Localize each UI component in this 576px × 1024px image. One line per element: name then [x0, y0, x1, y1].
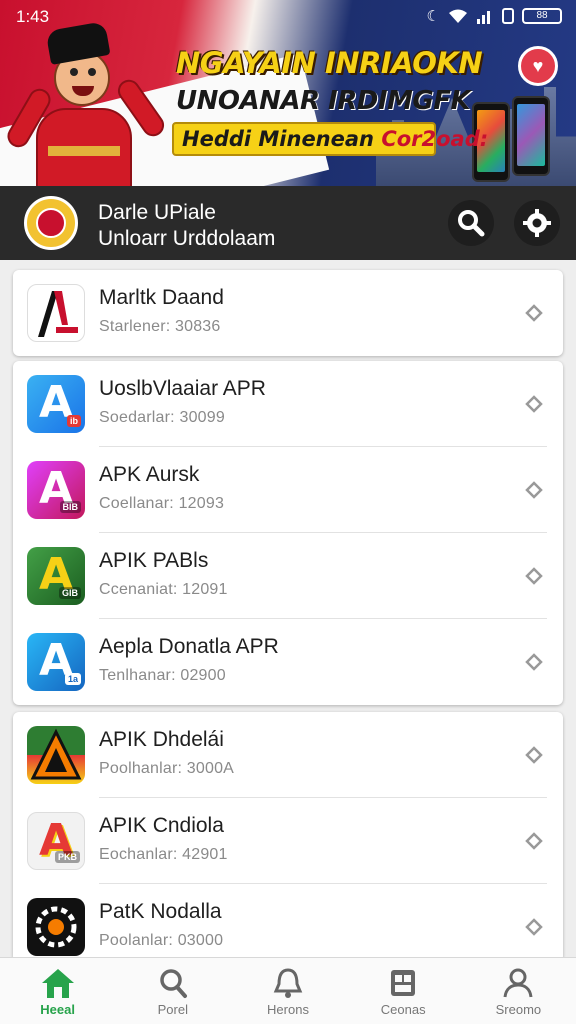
nav-label: Heeal — [40, 1002, 75, 1017]
app-name: APK Aursk — [99, 463, 200, 486]
banner-cta-text-b: Cor2oad: — [381, 127, 489, 151]
list-item[interactable]: Aib UoslbVlaaiar APR Soedarlar: 30099 — [13, 361, 563, 447]
search-button[interactable] — [448, 200, 494, 246]
app-name: UoslbVlaaiar APR — [99, 377, 266, 400]
banner-line-1: NGAYAIN INRIAOKN — [176, 46, 483, 80]
app-subtitle: Starlener: 30836 — [99, 318, 221, 335]
nav-label: Ceonas — [380, 1002, 426, 1017]
mascot-illustration — [3, 16, 169, 186]
bell-icon — [273, 968, 303, 998]
bottom-navigation: Heeal Porel Herons Ceonas Sreomo — [0, 957, 576, 1024]
app-name: APIK PABls — [99, 549, 209, 572]
list-item[interactable]: Marltk Daand Starlener: 30836 — [13, 270, 563, 356]
app-name: APIK Dhdelái — [99, 728, 224, 751]
nav-search[interactable]: Porel — [115, 958, 230, 1024]
app-name: Marltk Daand — [99, 286, 224, 309]
list-item[interactable]: A PKB APIK Cndiola Eochanlar: 42901 — [13, 798, 563, 884]
status-icons: ☾ 88 — [427, 7, 562, 25]
blue-a-icon: A 1a — [27, 633, 85, 691]
chevron-right-icon — [525, 832, 543, 850]
chevron-right-icon — [525, 304, 543, 322]
app-subtitle: Soedarlar: 30099 — [99, 409, 225, 426]
green-a-icon: A GIB — [27, 547, 85, 605]
list-item[interactable]: A GIB APIK PABls Ccenaniat: 12091 — [13, 533, 563, 619]
app-title-line-2: Unloarr Urddolaam — [98, 227, 276, 250]
home-icon — [41, 969, 74, 998]
nav-categories[interactable]: Ceonas — [346, 958, 461, 1024]
app-title: Darle UPiale Unloarr Urddolaam — [98, 200, 275, 252]
black-red-a-icon — [27, 284, 85, 342]
chevron-right-icon — [525, 567, 543, 585]
status-bar: 1:43 ☾ 88 — [0, 0, 576, 34]
app-subtitle: Coellanar: 12093 — [99, 495, 225, 512]
list-item[interactable]: A 1a Aepla Donatla APR Tenlhanar: 02900 — [13, 619, 563, 705]
pink-a-icon: A BIB — [27, 461, 85, 519]
app-subtitle: Poolhanlar: 3000A — [99, 760, 235, 777]
gear-icon — [523, 209, 551, 237]
nav-label: Sreomo — [495, 1002, 542, 1017]
chevron-right-icon — [525, 481, 543, 499]
banner-line-2: UNOANAR IRDIMGFK — [176, 86, 471, 116]
chevron-right-icon — [525, 395, 543, 413]
gear-app-icon — [27, 898, 85, 956]
app-subtitle: Eochanlar: 42901 — [99, 846, 228, 863]
app-card-group-1: Marltk Daand Starlener: 30836 — [13, 270, 563, 356]
search-icon — [160, 969, 187, 998]
banner-cta-text-a: Heddi Minenean — [182, 127, 374, 151]
app-subtitle: Ccenaniat: 12091 — [99, 581, 228, 598]
app-title-line-1: Darle UPiale — [98, 201, 216, 224]
wifi-icon — [449, 9, 467, 23]
app-screen: ♥ NGAYAIN INRIAOKN UNOANAR IRDIMGFK Hedd… — [0, 0, 576, 1024]
battery-icon: 88 — [522, 8, 562, 24]
nav-profile[interactable]: Sreomo — [461, 958, 576, 1024]
chevron-right-icon — [525, 918, 543, 936]
app-header: Darle UPiale Unloarr Urddolaam — [0, 186, 576, 260]
indonesia-a-icon — [27, 726, 85, 784]
app-logo[interactable] — [24, 196, 78, 250]
nav-home[interactable]: Heeal — [0, 958, 115, 1024]
blue-a-icon: Aib — [27, 375, 85, 433]
chevron-right-icon — [525, 653, 543, 671]
app-card-group-2: Aib UoslbVlaaiar APR Soedarlar: 30099 AB… — [13, 361, 563, 705]
app-name: APIK Cndiola — [99, 814, 224, 837]
nav-label: Herons — [267, 1002, 309, 1017]
app-name: PatK Nodalla — [99, 900, 222, 923]
list-item[interactable]: PatK Nodalla Poolanlar: 03000 — [13, 884, 563, 957]
app-name: Aepla Donatla APR — [99, 635, 279, 658]
settings-button[interactable] — [514, 200, 560, 246]
signal-icon — [477, 11, 490, 24]
flag-badge-icon: ♥ — [518, 46, 558, 86]
banner-headline: NGAYAIN INRIAOKN UNOANAR IRDIMGFK Heddi … — [172, 40, 488, 160]
app-subtitle: Tenlhanar: 02900 — [99, 667, 226, 684]
list-item[interactable]: APIK Dhdelái Poolhanlar: 3000A — [13, 712, 563, 798]
profile-icon — [503, 968, 533, 998]
do-not-disturb-icon: ☾ — [426, 8, 440, 25]
chevron-right-icon — [525, 746, 543, 764]
list-item[interactable]: A BIB APK Aursk Coellanar: 12093 — [13, 447, 563, 533]
category-icon — [391, 970, 416, 996]
banner-cta-text: Heddi Minenean Cor2oad: — [182, 127, 488, 151]
red-yellow-a-icon: A PKB — [27, 812, 85, 870]
status-time: 1:43 — [16, 7, 50, 26]
nav-notifications[interactable]: Herons — [230, 958, 345, 1024]
sim-icon — [502, 8, 514, 24]
app-icon-tag: PKB — [54, 851, 80, 863]
nav-label: Porel — [157, 1002, 188, 1017]
search-icon — [458, 210, 485, 237]
app-card-group-3: APIK Dhdelái Poolhanlar: 3000A A PKB API… — [13, 712, 563, 957]
app-list: Marltk Daand Starlener: 30836 Aib UoslbV… — [0, 260, 576, 957]
app-subtitle: Poolanlar: 03000 — [99, 932, 224, 949]
banner-cta-box[interactable]: Heddi Minenean Cor2oad: — [172, 122, 488, 156]
